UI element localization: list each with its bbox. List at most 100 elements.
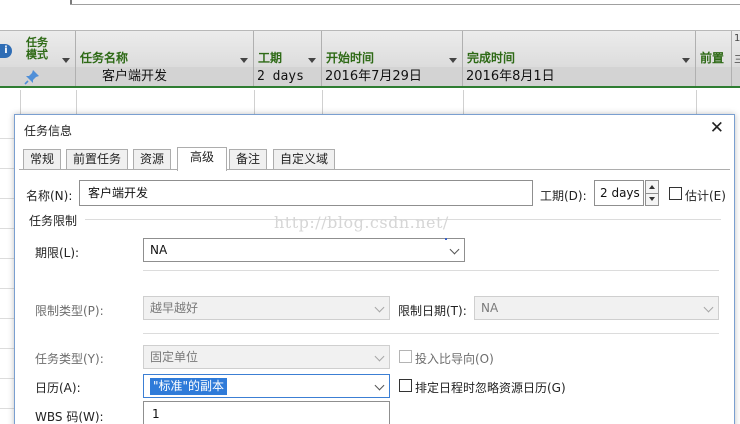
column-header-label: 任务名称 <box>80 51 129 65</box>
divider <box>0 408 14 409</box>
task-information-dialog: 任务信息 ✕ 常规 前置任务 资源 高级 备注 自定义域 名称(N): 客户端开… <box>14 114 735 424</box>
divider <box>0 168 14 169</box>
chevron-down-icon[interactable] <box>449 244 460 255</box>
tab-predecessors[interactable]: 前置任务 <box>66 149 129 170</box>
chevron-down-icon[interactable] <box>374 380 385 391</box>
dropdown-arrow-icon[interactable] <box>240 58 248 63</box>
duration-input[interactable]: 2 days <box>594 180 644 206</box>
constraint-type-select[interactable]: 越早越好 <box>143 296 390 320</box>
row-gutter <box>0 120 14 424</box>
column-header-label: 任务 模式 <box>26 36 48 61</box>
effort-driven-label: 投入比导向(O) <box>415 352 494 366</box>
divider <box>463 90 464 115</box>
name-label: 名称(N): <box>26 189 73 203</box>
divider <box>0 318 14 319</box>
chevron-down-icon[interactable] <box>374 302 385 313</box>
decorative-dot <box>445 238 447 240</box>
constraint-type-label: 限制类型(P): <box>35 304 104 318</box>
divider <box>20 90 21 115</box>
calendar-select[interactable]: "标准"的副本 <box>143 374 390 398</box>
divider <box>143 270 719 271</box>
column-header-predecessors[interactable]: 前置 <box>696 31 732 69</box>
column-header-start[interactable]: 开始时间 <box>322 31 463 69</box>
chevron-down-icon[interactable] <box>703 302 714 313</box>
deadline-label: 期限(L): <box>35 246 80 260</box>
toolbar-strip <box>0 0 740 30</box>
divider <box>0 198 14 199</box>
task-table: i 任务 模式 任务名称 工期 开始时间 完成时间 前置 1 三 客户端开发 2… <box>0 30 740 90</box>
divider <box>19 169 730 170</box>
duration-label: 工期(D): <box>540 189 587 203</box>
table-row[interactable]: 客户端开发 2 days 2016年7月29日 2016年8月1日 <box>0 67 740 88</box>
divider <box>0 348 14 349</box>
wbs-input[interactable]: 1 <box>143 401 390 424</box>
table-header: i 任务 模式 任务名称 工期 开始时间 完成时间 前置 1 三 <box>0 30 740 69</box>
task-type-label: 任务类型(Y): <box>35 352 104 366</box>
dropdown-arrow-icon[interactable] <box>62 58 70 63</box>
column-header-label: 开始时间 <box>326 51 375 65</box>
app-window: i 任务 模式 任务名称 工期 开始时间 完成时间 前置 1 三 客户端开发 2… <box>0 0 740 424</box>
divider <box>143 333 719 334</box>
column-header-name[interactable]: 任务名称 <box>76 31 254 69</box>
column-header-label: 完成时间 <box>467 51 516 65</box>
column-header-finish[interactable]: 完成时间 <box>463 31 696 69</box>
ignore-resource-calendar-label: 排定日程时忽略资源日历(G) <box>415 381 566 395</box>
estimated-checkbox[interactable] <box>669 187 682 200</box>
spin-up-icon[interactable] <box>649 185 655 189</box>
chevron-down-icon[interactable] <box>374 351 385 362</box>
divider <box>322 90 323 115</box>
task-type-value: 固定单位 <box>150 350 199 364</box>
constraint-date-value: NA <box>481 301 499 315</box>
cell-predecessors[interactable] <box>696 67 732 86</box>
dropdown-arrow-icon[interactable] <box>682 58 690 63</box>
column-header-label: 前置 <box>700 51 725 65</box>
info-icon: i <box>0 44 12 58</box>
cell-duration[interactable]: 2 days <box>254 67 322 86</box>
cell-start[interactable]: 2016年7月29日 <box>322 67 463 86</box>
constraint-group-label: 任务限制 <box>29 214 78 228</box>
divider <box>646 193 658 194</box>
divider <box>76 90 77 115</box>
column-header-label: 工期 <box>258 51 283 65</box>
task-type-select[interactable]: 固定单位 <box>143 345 390 369</box>
tab-general[interactable]: 常规 <box>23 149 62 170</box>
divider <box>0 138 14 139</box>
spin-down-icon[interactable] <box>649 197 655 201</box>
timescale-label: 1 <box>734 33 740 44</box>
task-name-input[interactable]: 客户端开发 <box>79 180 533 206</box>
divider <box>696 90 697 115</box>
wbs-label: WBS 码(W): <box>35 410 104 424</box>
divider <box>254 90 255 115</box>
divider <box>0 258 14 259</box>
dropdown-arrow-icon[interactable] <box>449 58 457 63</box>
effort-driven-checkbox[interactable] <box>399 350 412 363</box>
tab-custom-fields[interactable]: 自定义域 <box>273 149 336 170</box>
deadline-value: NA <box>150 243 168 257</box>
dropdown-arrow-icon[interactable] <box>308 58 316 63</box>
close-icon[interactable]: ✕ <box>710 119 724 137</box>
deadline-select[interactable]: NA <box>143 238 465 262</box>
cell-finish[interactable]: 2016年8月1日 <box>463 67 696 86</box>
divider <box>0 288 14 289</box>
dialog-title: 任务信息 <box>24 124 73 138</box>
constraint-date-label: 限制日期(T): <box>398 304 467 318</box>
column-header-duration[interactable]: 工期 <box>254 31 322 69</box>
tab-advanced[interactable]: 高级 <box>177 147 228 171</box>
constraint-date-select[interactable]: NA <box>474 296 719 320</box>
cell-mode[interactable] <box>20 67 76 86</box>
cell-task-name[interactable]: 客户端开发 <box>76 67 254 86</box>
estimated-label: 估计(E) <box>685 189 726 203</box>
timescale-label: 三 <box>734 55 740 66</box>
duration-spinner[interactable] <box>645 180 659 206</box>
column-header-mode[interactable]: 任务 模式 <box>20 31 76 69</box>
divider <box>70 4 740 5</box>
constraint-type-value: 越早越好 <box>150 301 199 315</box>
divider <box>0 378 14 379</box>
divider <box>0 228 14 229</box>
calendar-label: 日历(A): <box>35 381 81 395</box>
watermark: http://blog.csdn.net/ <box>274 213 449 232</box>
tab-resources[interactable]: 资源 <box>133 149 172 170</box>
tab-notes[interactable]: 备注 <box>229 149 268 170</box>
ignore-resource-calendar-checkbox[interactable] <box>399 379 412 392</box>
calendar-value: "标准"的副本 <box>150 378 228 395</box>
